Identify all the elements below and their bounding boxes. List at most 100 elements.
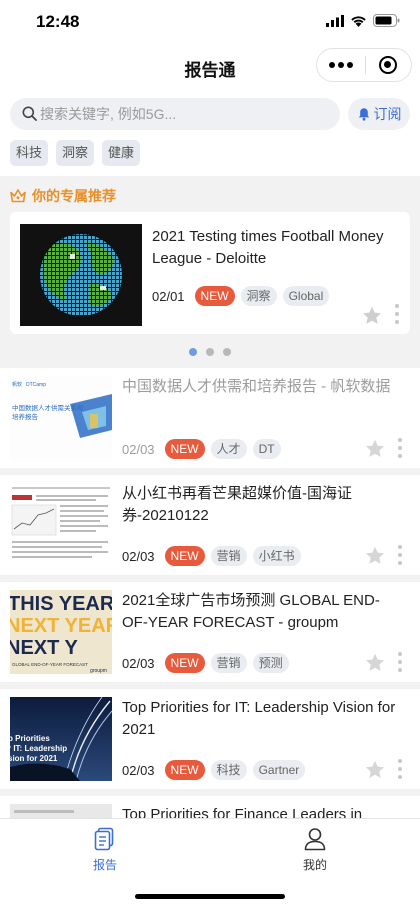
report-date: 02/03 — [122, 441, 155, 457]
home-indicator — [135, 894, 285, 899]
tab-label: 我的 — [302, 858, 327, 872]
report-date: 02/03 — [122, 548, 155, 564]
report-title: 中国数据人才供需和培养报告 - 帆软数据 — [122, 378, 391, 395]
search-input[interactable] — [40, 98, 330, 130]
star-icon[interactable] — [365, 760, 385, 779]
quick-tag[interactable]: 科技 — [10, 140, 49, 166]
quick-tag[interactable]: 洞察 — [56, 140, 95, 166]
subscribe-button[interactable]: 订阅 — [348, 98, 410, 130]
svg-text:DTCamp: DTCamp — [26, 382, 46, 388]
signal-icon — [326, 14, 344, 27]
report-tag[interactable]: 科技 — [210, 760, 247, 780]
report-title: Top Priorities for IT: Leadership Vision… — [122, 699, 396, 738]
more-options-icon[interactable] — [398, 652, 404, 672]
nav-bar: 报告通 — [0, 44, 420, 88]
report-tag[interactable]: 营销 — [210, 653, 247, 673]
recommend-thumbnail — [20, 224, 142, 326]
new-badge: NEW — [164, 760, 205, 780]
more-options-icon[interactable] — [398, 438, 404, 458]
report-tag[interactable]: DT — [252, 439, 281, 459]
svg-text:r IT: Leadership: r IT: Leadership — [10, 744, 67, 753]
more-options-icon[interactable] — [398, 759, 404, 779]
svg-text:NEXT Y: NEXT Y — [10, 637, 79, 659]
system-icons — [326, 14, 400, 27]
new-badge: NEW — [164, 546, 205, 566]
new-badge: NEW — [194, 286, 235, 306]
tab-label: 报告 — [92, 858, 117, 872]
svg-text:THIS YEAR: THIS YEAR — [10, 593, 112, 615]
miniprogram-capsule — [316, 48, 412, 82]
report-thumbnail — [10, 483, 112, 567]
battery-icon — [373, 14, 400, 27]
star-icon[interactable] — [365, 546, 385, 565]
report-thumbnail: THIS YEAR NEXT YEAR NEXT Y GLOBAL END-OF… — [10, 590, 112, 674]
recommend-heading-text: 你的专属推荐 — [32, 188, 116, 204]
svg-text:GLOBAL END-OF-YEAR FORECAST: GLOBAL END-OF-YEAR FORECAST — [12, 662, 88, 667]
svg-text:NEXT YEAR: NEXT YEAR — [10, 615, 112, 637]
report-date: 02/03 — [122, 655, 155, 671]
carousel-dot[interactable] — [206, 348, 214, 356]
svg-text:groupm: groupm — [90, 668, 107, 674]
quick-tag[interactable]: 健康 — [102, 140, 141, 166]
report-card[interactable]: 帆软 DTCamp 中国数据人才供需关系和 培养报告 中国数据人才供需和培养报告… — [0, 368, 420, 468]
report-title: 从小红书再看芒果超媒价值-国海证券-20210122 — [122, 485, 352, 524]
crown-icon — [10, 189, 26, 203]
report-date: 02/01 — [152, 288, 185, 304]
svg-text:帆软: 帆软 — [12, 381, 22, 388]
report-meta: 02/03 NEW 人才 DT — [122, 439, 281, 459]
report-meta: 02/03 NEW 营销 小红书 — [122, 546, 301, 566]
status-time: 12:48 — [36, 12, 80, 31]
report-card[interactable]: THIS YEAR NEXT YEAR NEXT Y GLOBAL END-OF… — [0, 582, 420, 682]
report-title: 2021全球广告市场预测 GLOBAL END-OF-YEAR FORECAST… — [122, 592, 380, 631]
close-miniprogram-icon[interactable] — [365, 48, 411, 82]
search-section: 订阅 科技 洞察 健康 — [0, 88, 420, 176]
recommend-card[interactable]: 2021 Testing times Football Money League… — [10, 212, 410, 334]
search-box[interactable] — [10, 98, 340, 130]
report-tag[interactable]: Gartner — [252, 760, 306, 780]
report-tag[interactable]: 预测 — [252, 653, 289, 673]
quick-tags: 科技 洞察 健康 — [10, 140, 141, 166]
star-icon[interactable] — [365, 653, 385, 672]
subscribe-label: 订阅 — [373, 106, 402, 122]
carousel-indicator — [0, 348, 420, 356]
tab-mine[interactable]: 我的 — [265, 827, 365, 873]
more-options-icon[interactable] — [398, 545, 404, 565]
report-cover-image: p Priorities r IT: Leadership sion for 2… — [10, 697, 112, 781]
svg-text:p Priorities: p Priorities — [10, 734, 50, 743]
report-cover-image: THIS YEAR NEXT YEAR NEXT Y GLOBAL END-OF… — [10, 590, 112, 674]
report-thumbnail: p Priorities r IT: Leadership sion for 2… — [10, 697, 112, 781]
svg-text:培养报告: 培养报告 — [12, 412, 39, 421]
report-tag[interactable]: Global — [282, 286, 330, 306]
report-tag[interactable]: 人才 — [210, 439, 247, 459]
svg-text:sion for 2021: sion for 2021 — [10, 754, 58, 763]
star-icon[interactable] — [362, 306, 382, 325]
reports-icon — [94, 827, 114, 851]
globe-pixel-image — [20, 224, 142, 326]
new-badge: NEW — [164, 439, 205, 459]
user-icon — [304, 828, 326, 851]
report-card[interactable]: 从小红书再看芒果超媒价值-国海证券-20210122 02/03 NEW 营销 … — [0, 475, 420, 575]
report-tag[interactable]: 小红书 — [252, 546, 301, 566]
recommend-section: 你的专属推荐 2021 Testing times Football Money… — [0, 176, 420, 368]
recommend-heading: 你的专属推荐 — [10, 186, 116, 206]
more-menu-icon[interactable] — [317, 48, 365, 82]
tab-reports[interactable]: 报告 — [55, 827, 155, 873]
report-date: 02/03 — [122, 762, 155, 778]
more-options-icon[interactable] — [395, 304, 401, 324]
report-cover-image: 帆软 DTCamp 中国数据人才供需关系和 培养报告 — [10, 376, 112, 460]
status-bar: 12:48 — [0, 0, 420, 44]
search-icon — [22, 106, 37, 121]
new-badge: NEW — [164, 653, 205, 673]
bell-icon — [358, 108, 369, 121]
wifi-icon — [351, 15, 366, 27]
report-tag[interactable]: 营销 — [210, 546, 247, 566]
report-cover-image — [10, 483, 112, 567]
recommend-title: 2021 Testing times Football Money League… — [152, 228, 384, 267]
report-meta: 02/03 NEW 营销 预测 — [122, 653, 289, 673]
report-tag[interactable]: 洞察 — [240, 286, 277, 306]
carousel-dot[interactable] — [189, 348, 197, 356]
star-icon[interactable] — [365, 439, 385, 458]
report-thumbnail: 帆软 DTCamp 中国数据人才供需关系和 培养报告 — [10, 376, 112, 460]
carousel-dot[interactable] — [223, 348, 231, 356]
report-card[interactable]: p Priorities r IT: Leadership sion for 2… — [0, 689, 420, 789]
